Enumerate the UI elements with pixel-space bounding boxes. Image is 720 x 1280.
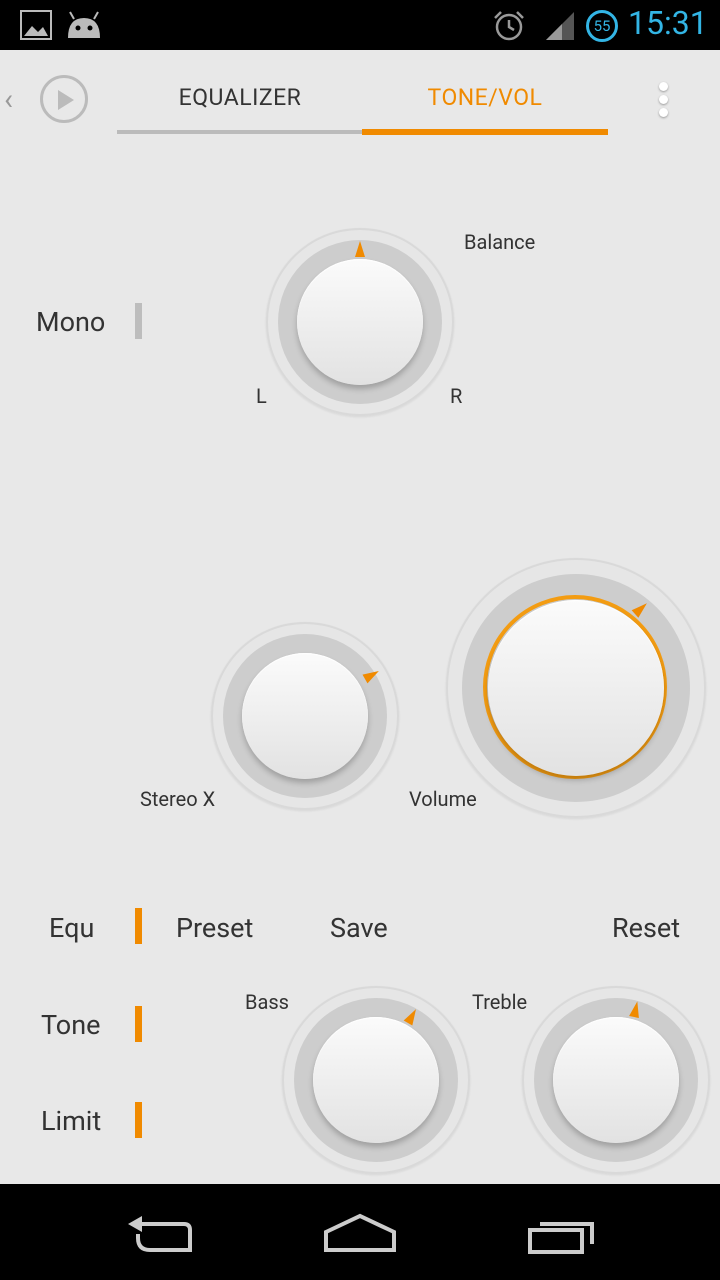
back-button[interactable] [124, 1214, 196, 1254]
limit-toggle[interactable] [135, 1102, 142, 1138]
bass-label: Bass [245, 990, 289, 1014]
treble-knob[interactable] [522, 986, 710, 1174]
tab-equalizer[interactable]: EQUALIZER [118, 84, 362, 111]
equ-toggle[interactable] [135, 908, 142, 944]
tab-tone-vol[interactable]: TONE/VOL [362, 84, 608, 111]
tab-underline-inactive [117, 130, 362, 134]
mono-label: Mono [36, 306, 106, 338]
play-icon [58, 90, 74, 110]
home-button[interactable] [322, 1212, 398, 1254]
limit-label: Limit [41, 1105, 102, 1137]
tone-toggle[interactable] [135, 1006, 142, 1042]
save-button[interactable]: Save [330, 912, 388, 944]
volume-label: Volume [409, 787, 477, 811]
back-chevron-icon[interactable]: ‹ [4, 82, 13, 117]
tab-underline-active [362, 129, 608, 135]
stereo-x-knob[interactable] [211, 622, 399, 810]
reset-button[interactable]: Reset [612, 912, 680, 944]
balance-knob[interactable] [266, 228, 454, 416]
balance-right-label: R [450, 384, 463, 408]
stereo-x-label: Stereo X [140, 787, 216, 811]
alarm-icon [494, 11, 524, 41]
balance-label: Balance [464, 230, 536, 254]
recents-button[interactable] [526, 1216, 598, 1256]
preset-button[interactable]: Preset [176, 912, 253, 944]
signal-icon [546, 12, 574, 40]
volume-knob[interactable] [446, 558, 706, 818]
bass-knob[interactable] [282, 986, 470, 1174]
clock: 15:31 [628, 4, 708, 42]
notification-count-badge: 55 [586, 10, 618, 42]
treble-label: Treble [472, 990, 528, 1014]
gallery-notification-icon [20, 10, 52, 40]
android-notification-icon [68, 11, 100, 38]
navigation-bar [0, 1184, 720, 1280]
status-bar: 55 15:31 [0, 0, 720, 50]
balance-pointer [355, 241, 365, 257]
play-button[interactable] [40, 75, 88, 123]
tone-label: Tone [41, 1009, 101, 1041]
equ-label: Equ [49, 912, 95, 944]
overflow-menu-button[interactable] [656, 82, 670, 118]
mono-toggle[interactable] [135, 303, 142, 339]
balance-left-label: L [256, 384, 267, 408]
